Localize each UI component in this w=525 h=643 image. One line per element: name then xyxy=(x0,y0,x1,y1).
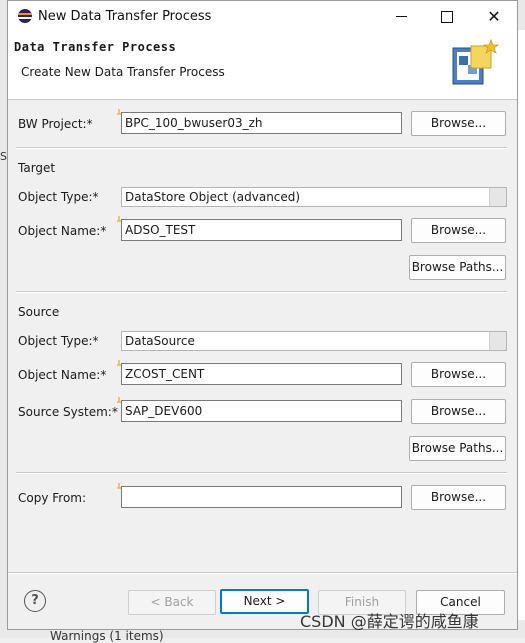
minimize-button[interactable] xyxy=(378,1,424,32)
title-bar[interactable]: New Data Transfer Process ✕ xyxy=(8,1,517,32)
separator xyxy=(16,472,507,474)
separator xyxy=(16,147,507,149)
dropdown-arrow-icon xyxy=(489,188,506,206)
close-button[interactable]: ✕ xyxy=(471,1,517,32)
dtp-wizard-icon xyxy=(452,39,499,85)
wizard-subtitle: Create New Data Transfer Process xyxy=(21,65,225,79)
target-browse-paths-button[interactable]: Browse Paths... xyxy=(409,255,506,280)
target-object-name-field[interactable]: ADSO_TEST xyxy=(121,219,402,241)
maximize-icon xyxy=(441,11,453,23)
background-problems-text: Warnings (1 items) xyxy=(50,629,164,643)
dropdown-arrow-icon xyxy=(489,332,506,350)
copy-from-field[interactable] xyxy=(121,486,402,508)
target-object-name-label: Object Name:* xyxy=(18,224,107,238)
back-button[interactable]: < Back xyxy=(128,590,216,615)
footer-separator xyxy=(8,572,517,574)
bw-project-browse-button[interactable]: Browse... xyxy=(411,111,506,136)
target-section-label: Target xyxy=(18,161,56,175)
source-object-name-field[interactable]: ZCOST_CENT xyxy=(121,363,402,385)
wizard-title: Data Transfer Process xyxy=(14,40,177,54)
maximize-button[interactable] xyxy=(424,1,470,32)
source-object-type-label: Object Type:* xyxy=(18,334,99,348)
source-object-browse-button[interactable]: Browse... xyxy=(411,362,506,387)
source-object-type-combo[interactable]: DataSource xyxy=(121,331,507,351)
copy-from-label: Copy From: xyxy=(18,491,87,505)
bw-project-label: BW Project:* xyxy=(18,117,93,131)
source-object-type-value: DataSource xyxy=(125,334,195,348)
new-dtp-dialog: New Data Transfer Process ✕ Data Transfe… xyxy=(7,0,518,630)
separator xyxy=(16,291,507,293)
target-browse-button[interactable]: Browse... xyxy=(411,218,506,243)
help-button[interactable]: ? xyxy=(24,590,46,612)
eclipse-icon xyxy=(18,9,32,23)
minimize-icon xyxy=(395,16,407,17)
target-object-type-label: Object Type:* xyxy=(18,190,99,204)
target-object-type-combo[interactable]: DataStore Object (advanced) xyxy=(121,187,507,207)
source-system-browse-button[interactable]: Browse... xyxy=(411,399,506,424)
next-button[interactable]: Next > xyxy=(220,589,309,614)
bw-project-field[interactable]: BPC_100_bwuser03_zh xyxy=(121,112,402,134)
source-object-name-label: Object Name:* xyxy=(18,368,107,382)
copy-from-browse-button[interactable]: Browse... xyxy=(411,485,506,510)
source-system-field[interactable]: SAP_DEV600 xyxy=(121,400,402,422)
source-browse-paths-button[interactable]: Browse Paths... xyxy=(409,436,506,461)
source-section-label: Source xyxy=(18,305,60,319)
wizard-header: Data Transfer Process Create New Data Tr… xyxy=(8,32,517,100)
help-icon: ? xyxy=(31,593,39,608)
target-object-type-value: DataStore Object (advanced) xyxy=(125,190,301,204)
source-system-label: Source System:* xyxy=(18,405,118,419)
window-title: New Data Transfer Process xyxy=(38,9,212,24)
watermark-text: CSDN @薛定谔的咸鱼康 xyxy=(300,612,479,631)
close-icon: ✕ xyxy=(487,7,501,26)
